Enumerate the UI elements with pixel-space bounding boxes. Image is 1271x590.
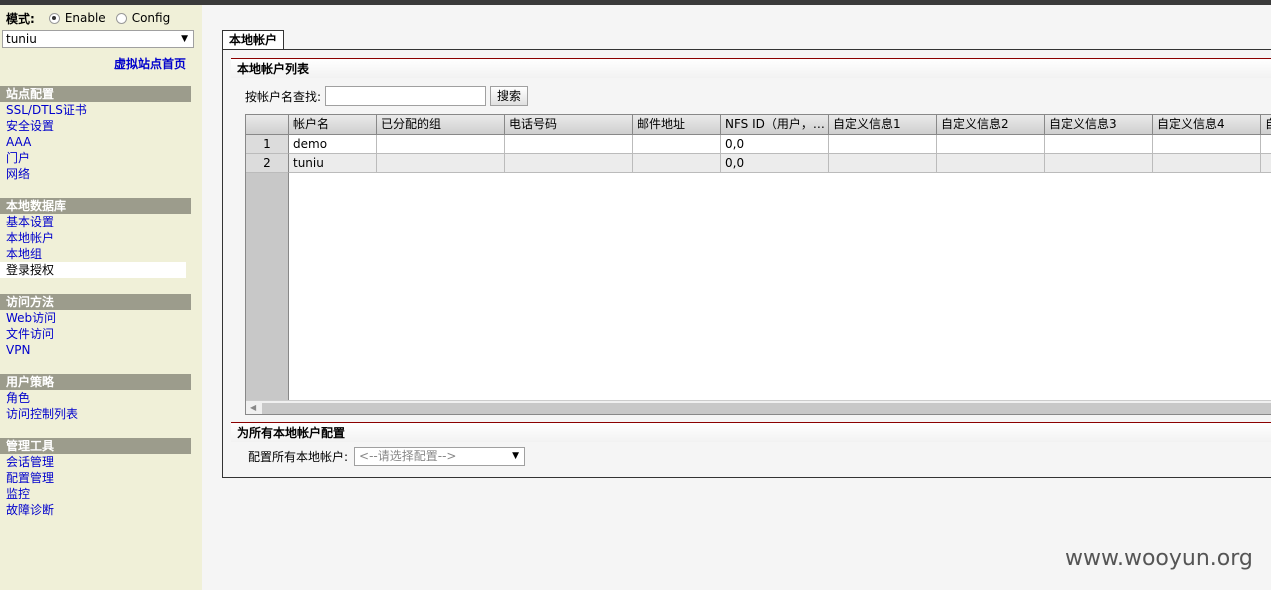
column-header[interactable]: 已分配的组 xyxy=(377,115,505,135)
row-number-header xyxy=(246,115,289,135)
table-cell[interactable] xyxy=(1153,154,1261,173)
search-row: 按帐户名查找: 搜索 xyxy=(245,86,529,106)
sidebar-item-basic-settings[interactable]: 基本设置 xyxy=(0,214,186,230)
sidebar-section-title: 用户策略 xyxy=(0,374,191,390)
sidebar-section-title: 本地数据库 xyxy=(0,198,191,214)
column-header[interactable]: 自 xyxy=(1261,115,1271,135)
config-row: 配置所有本地帐户: <--请选择配置--> ▼ xyxy=(248,446,526,466)
mode-config-label: Config xyxy=(131,11,171,25)
sidebar-item-vpn[interactable]: VPN xyxy=(0,342,186,358)
column-header[interactable]: 电话号码 xyxy=(505,115,633,135)
sidebar-item-web-access[interactable]: Web访问 xyxy=(0,310,186,326)
sidebar-item-acl[interactable]: 访问控制列表 xyxy=(0,406,186,422)
sidebar-item-aaa[interactable]: AAA xyxy=(0,134,186,150)
sidebar: 模式: Enable Config tuniu ▼ 虚拟站点首页 站点配置 SS… xyxy=(0,5,202,590)
row-number: 1 xyxy=(246,135,289,154)
table-cell[interactable] xyxy=(1261,154,1271,173)
search-button[interactable]: 搜索 xyxy=(490,86,529,106)
sidebar-item-monitor[interactable]: 监控 xyxy=(0,486,186,502)
scrollbar-thumb[interactable] xyxy=(262,403,1271,414)
sidebar-item-security[interactable]: 安全设置 xyxy=(0,118,186,134)
account-list-title: 本地帐户列表 xyxy=(231,58,1271,78)
tab-content: 本地帐户列表 按帐户名查找: 搜索 帐户名 已分配的组 电话号码 邮件地址 NF… xyxy=(222,49,1271,478)
sidebar-item-roles[interactable]: 角色 xyxy=(0,390,186,406)
table-row[interactable]: 2 tuniu 0,0 xyxy=(246,154,1271,173)
config-all-title: 为所有本地帐户配置 xyxy=(231,422,1271,442)
sidebar-section-user-policy: 用户策略 角色 访问控制列表 xyxy=(0,374,202,422)
sidebar-section-admin-tools: 管理工具 会话管理 配置管理 监控 故障诊断 xyxy=(0,438,202,518)
mode-enable-radio[interactable]: Enable xyxy=(48,11,106,25)
accounts-grid: 帐户名 已分配的组 电话号码 邮件地址 NFS ID（用户，… 自定义信息1 自… xyxy=(245,114,1271,415)
table-cell[interactable]: 0,0 xyxy=(721,135,829,154)
sidebar-item-diagnostics[interactable]: 故障诊断 xyxy=(0,502,186,518)
sidebar-section-access: 访问方法 Web访问 文件访问 VPN xyxy=(0,294,202,358)
sidebar-item-local-groups[interactable]: 本地组 xyxy=(0,246,186,262)
column-header[interactable]: 邮件地址 xyxy=(633,115,721,135)
sidebar-item-local-accounts[interactable]: 本地帐户 xyxy=(0,230,186,246)
table-cell[interactable] xyxy=(377,135,505,154)
sidebar-item-config-mgmt[interactable]: 配置管理 xyxy=(0,470,186,486)
table-cell[interactable] xyxy=(829,135,937,154)
horizontal-scrollbar[interactable]: ◀ xyxy=(246,400,1271,414)
column-header[interactable]: 帐户名 xyxy=(289,115,377,135)
row-number: 2 xyxy=(246,154,289,173)
site-select[interactable]: tuniu ▼ xyxy=(2,30,194,48)
config-label: 配置所有本地帐户: xyxy=(248,449,349,464)
tab-local-accounts[interactable]: 本地帐户 xyxy=(222,30,285,50)
watermark: www.wooyun.org xyxy=(1065,546,1253,571)
search-input[interactable] xyxy=(325,86,487,106)
sidebar-item-ssl-cert[interactable]: SSL/DTLS证书 xyxy=(0,102,186,118)
table-cell[interactable] xyxy=(829,154,937,173)
sidebar-item-network[interactable]: 网络 xyxy=(0,166,186,182)
sidebar-item-portal[interactable]: 门户 xyxy=(0,150,186,166)
mode-label: 模式: xyxy=(6,11,35,26)
table-cell[interactable]: 0,0 xyxy=(721,154,829,173)
table-cell[interactable] xyxy=(633,135,721,154)
radio-unselected-icon[interactable] xyxy=(115,12,127,24)
virtual-site-home-link[interactable]: 虚拟站点首页 xyxy=(114,55,186,72)
grid-header: 帐户名 已分配的组 电话号码 邮件地址 NFS ID（用户，… 自定义信息1 自… xyxy=(246,115,1271,135)
sidebar-section-title: 管理工具 xyxy=(0,438,191,454)
table-cell[interactable] xyxy=(1045,135,1153,154)
config-select-placeholder: <--请选择配置--> xyxy=(359,448,457,463)
table-cell[interactable]: demo xyxy=(289,135,377,154)
mode-config-radio[interactable]: Config xyxy=(115,11,171,25)
table-cell[interactable] xyxy=(505,154,633,173)
sidebar-section-title: 站点配置 xyxy=(0,86,191,102)
sidebar-section-local-db: 本地数据库 基本设置 本地帐户 本地组 登录授权 xyxy=(0,198,202,278)
column-header[interactable]: NFS ID（用户，… xyxy=(721,115,829,135)
site-select-value: tuniu xyxy=(6,32,37,46)
table-cell[interactable] xyxy=(937,154,1045,173)
column-header[interactable]: 自定义信息3 xyxy=(1045,115,1153,135)
chevron-down-icon: ▼ xyxy=(181,34,188,44)
column-header[interactable]: 自定义信息4 xyxy=(1153,115,1261,135)
mode-selector: 模式: Enable Config xyxy=(6,10,180,26)
scroll-left-icon[interactable]: ◀ xyxy=(250,403,256,412)
table-cell[interactable] xyxy=(505,135,633,154)
search-label: 按帐户名查找: xyxy=(245,89,322,104)
sidebar-item-login-auth[interactable]: 登录授权 xyxy=(0,262,186,278)
sidebar-section-site-config: 站点配置 SSL/DTLS证书 安全设置 AAA 门户 网络 xyxy=(0,86,202,182)
table-cell[interactable] xyxy=(1153,135,1261,154)
table-cell[interactable] xyxy=(937,135,1045,154)
column-header[interactable]: 自定义信息1 xyxy=(829,115,937,135)
chevron-down-icon: ▼ xyxy=(512,450,520,461)
sidebar-item-file-access[interactable]: 文件访问 xyxy=(0,326,186,342)
table-cell[interactable]: tuniu xyxy=(289,154,377,173)
table-cell[interactable] xyxy=(1261,135,1271,154)
radio-selected-icon[interactable] xyxy=(48,12,60,24)
config-select[interactable]: <--请选择配置--> ▼ xyxy=(354,446,526,466)
table-cell[interactable] xyxy=(1045,154,1153,173)
sidebar-menu: 站点配置 SSL/DTLS证书 安全设置 AAA 门户 网络 本地数据库 基本设… xyxy=(0,75,202,590)
table-row[interactable]: 1 demo 0,0 xyxy=(246,135,1271,154)
table-cell[interactable] xyxy=(633,154,721,173)
column-header[interactable]: 自定义信息2 xyxy=(937,115,1045,135)
table-cell[interactable] xyxy=(377,154,505,173)
sidebar-item-session-mgmt[interactable]: 会话管理 xyxy=(0,454,186,470)
sidebar-section-title: 访问方法 xyxy=(0,294,191,310)
main-panel: 本地帐户 本地帐户列表 按帐户名查找: 搜索 帐户名 已分配的组 电话号码 邮件… xyxy=(222,30,1271,478)
mode-enable-label: Enable xyxy=(64,11,106,25)
